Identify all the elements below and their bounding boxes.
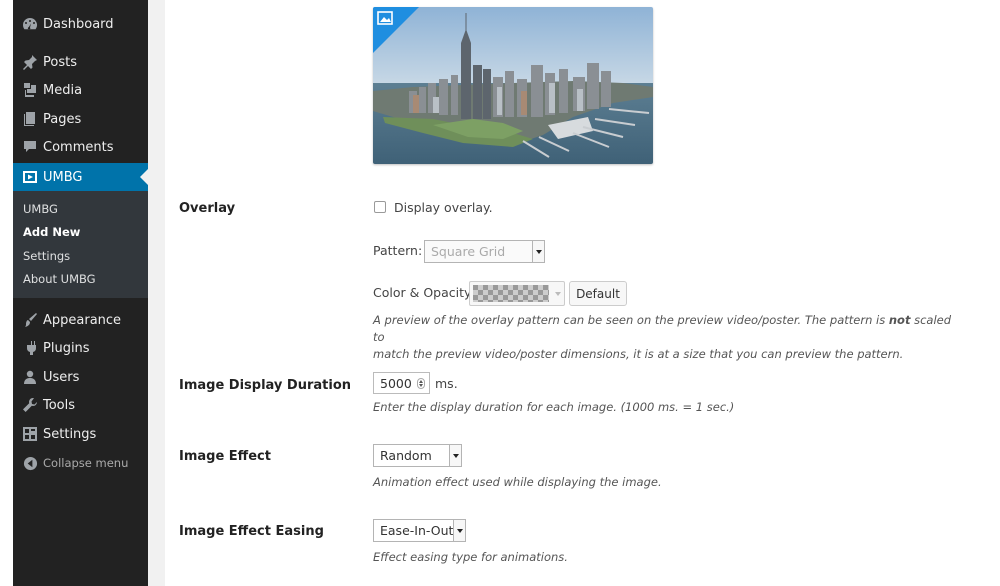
image-effect-easing-description: Effect easing type for animations. xyxy=(373,550,568,564)
pattern-select[interactable]: Square Grid xyxy=(424,240,545,263)
menu-item-plugins[interactable]: Plugins xyxy=(13,334,148,362)
menu-item-settings[interactable]: Settings xyxy=(13,420,148,448)
menu-label: Users xyxy=(43,369,80,385)
pattern-label: Pattern: xyxy=(373,243,423,258)
display-overlay-checkbox[interactable] xyxy=(374,201,386,213)
image-display-duration-label: Image Display Duration xyxy=(179,378,352,393)
wrench-icon xyxy=(20,397,40,413)
menu-item-media[interactable]: Media xyxy=(13,76,148,104)
menu-item-tools[interactable]: Tools xyxy=(13,391,148,419)
image-effect-select[interactable]: Random xyxy=(373,444,462,467)
color-opacity-picker[interactable] xyxy=(469,281,565,306)
submenu-item-add-new[interactable]: Add New xyxy=(23,225,80,239)
duration-value: 5000 xyxy=(380,375,412,391)
video-icon xyxy=(20,169,40,185)
menu-label: Settings xyxy=(43,426,97,442)
main-content: Overlay Display overlay. Pattern: Square… xyxy=(148,0,980,586)
collapse-menu-label: Collapse menu xyxy=(43,456,129,470)
settings-panel: Overlay Display overlay. Pattern: Square… xyxy=(165,0,980,586)
umbg-submenu: UMBG Add New Settings About UMBG xyxy=(13,191,148,298)
chevron-down-icon xyxy=(453,520,465,541)
menu-item-users[interactable]: Users xyxy=(13,363,148,391)
image-effect-label: Image Effect xyxy=(179,449,271,464)
menu-label: Tools xyxy=(43,397,76,413)
user-icon xyxy=(20,369,40,385)
collapse-menu-button[interactable]: Collapse menu xyxy=(13,449,148,477)
media-icon xyxy=(20,82,40,98)
menu-item-dashboard[interactable]: Dashboard xyxy=(13,10,148,38)
menu-label: Posts xyxy=(43,54,77,70)
default-button[interactable]: Default xyxy=(569,281,627,306)
submenu-item-umbg[interactable]: UMBG xyxy=(23,202,58,216)
image-effect-value: Random xyxy=(380,448,432,463)
submenu-item-settings[interactable]: Settings xyxy=(23,249,70,263)
image-effect-description: Animation effect used while displaying t… xyxy=(373,475,662,489)
duration-input[interactable]: 5000 xyxy=(373,372,430,394)
settings-icon xyxy=(20,426,40,442)
overlay-desc-emphasis: not xyxy=(888,313,911,327)
pattern-select-value: Square Grid xyxy=(431,244,506,259)
admin-sidebar: Dashboard Posts Media Pages Comments UMB… xyxy=(13,0,148,586)
stepper-icon[interactable] xyxy=(417,378,425,389)
image-effect-easing-value: Ease-In-Out xyxy=(380,523,454,538)
plug-icon xyxy=(20,340,40,356)
image-effect-easing-label: Image Effect Easing xyxy=(179,524,324,539)
overlay-description: A preview of the overlay pattern can be … xyxy=(373,312,963,363)
menu-item-comments[interactable]: Comments xyxy=(13,133,148,161)
menu-item-pages[interactable]: Pages xyxy=(13,105,148,133)
menu-item-posts[interactable]: Posts xyxy=(13,48,148,76)
left-margin xyxy=(0,0,13,586)
overlay-desc-line2: match the preview video/poster dimension… xyxy=(373,347,904,361)
submenu-item-about-umbg[interactable]: About UMBG xyxy=(23,272,96,286)
chevron-down-icon xyxy=(555,292,561,296)
menu-label: Media xyxy=(43,82,83,98)
menu-label: UMBG xyxy=(43,169,83,185)
menu-item-appearance[interactable]: Appearance xyxy=(13,306,148,334)
menu-label: Dashboard xyxy=(43,16,114,32)
preview-image xyxy=(373,7,653,164)
comment-icon xyxy=(20,139,40,155)
overlay-label: Overlay xyxy=(179,201,236,216)
dashboard-icon xyxy=(20,16,40,32)
menu-label: Plugins xyxy=(43,340,90,356)
menu-label: Appearance xyxy=(43,312,122,328)
display-overlay-label: Display overlay. xyxy=(394,200,493,215)
pin-icon xyxy=(20,54,40,70)
chevron-down-icon xyxy=(532,241,544,262)
menu-item-umbg[interactable]: UMBG xyxy=(13,163,148,191)
current-menu-arrow xyxy=(140,169,148,185)
menu-label: Pages xyxy=(43,111,82,127)
transparency-swatch xyxy=(473,285,549,302)
right-margin xyxy=(980,0,1000,586)
color-opacity-label: Color & Opacity: xyxy=(373,285,475,300)
menu-label: Comments xyxy=(43,139,114,155)
chevron-down-icon xyxy=(449,445,461,466)
overlay-desc-part: A preview of the overlay pattern can be … xyxy=(373,313,889,327)
brush-icon xyxy=(20,312,40,328)
image-effect-easing-select[interactable]: Ease-In-Out xyxy=(373,519,466,542)
collapse-icon xyxy=(20,456,40,471)
duration-description: Enter the display duration for each imag… xyxy=(373,400,735,414)
duration-unit: ms. xyxy=(435,376,458,391)
pages-icon xyxy=(20,111,40,127)
